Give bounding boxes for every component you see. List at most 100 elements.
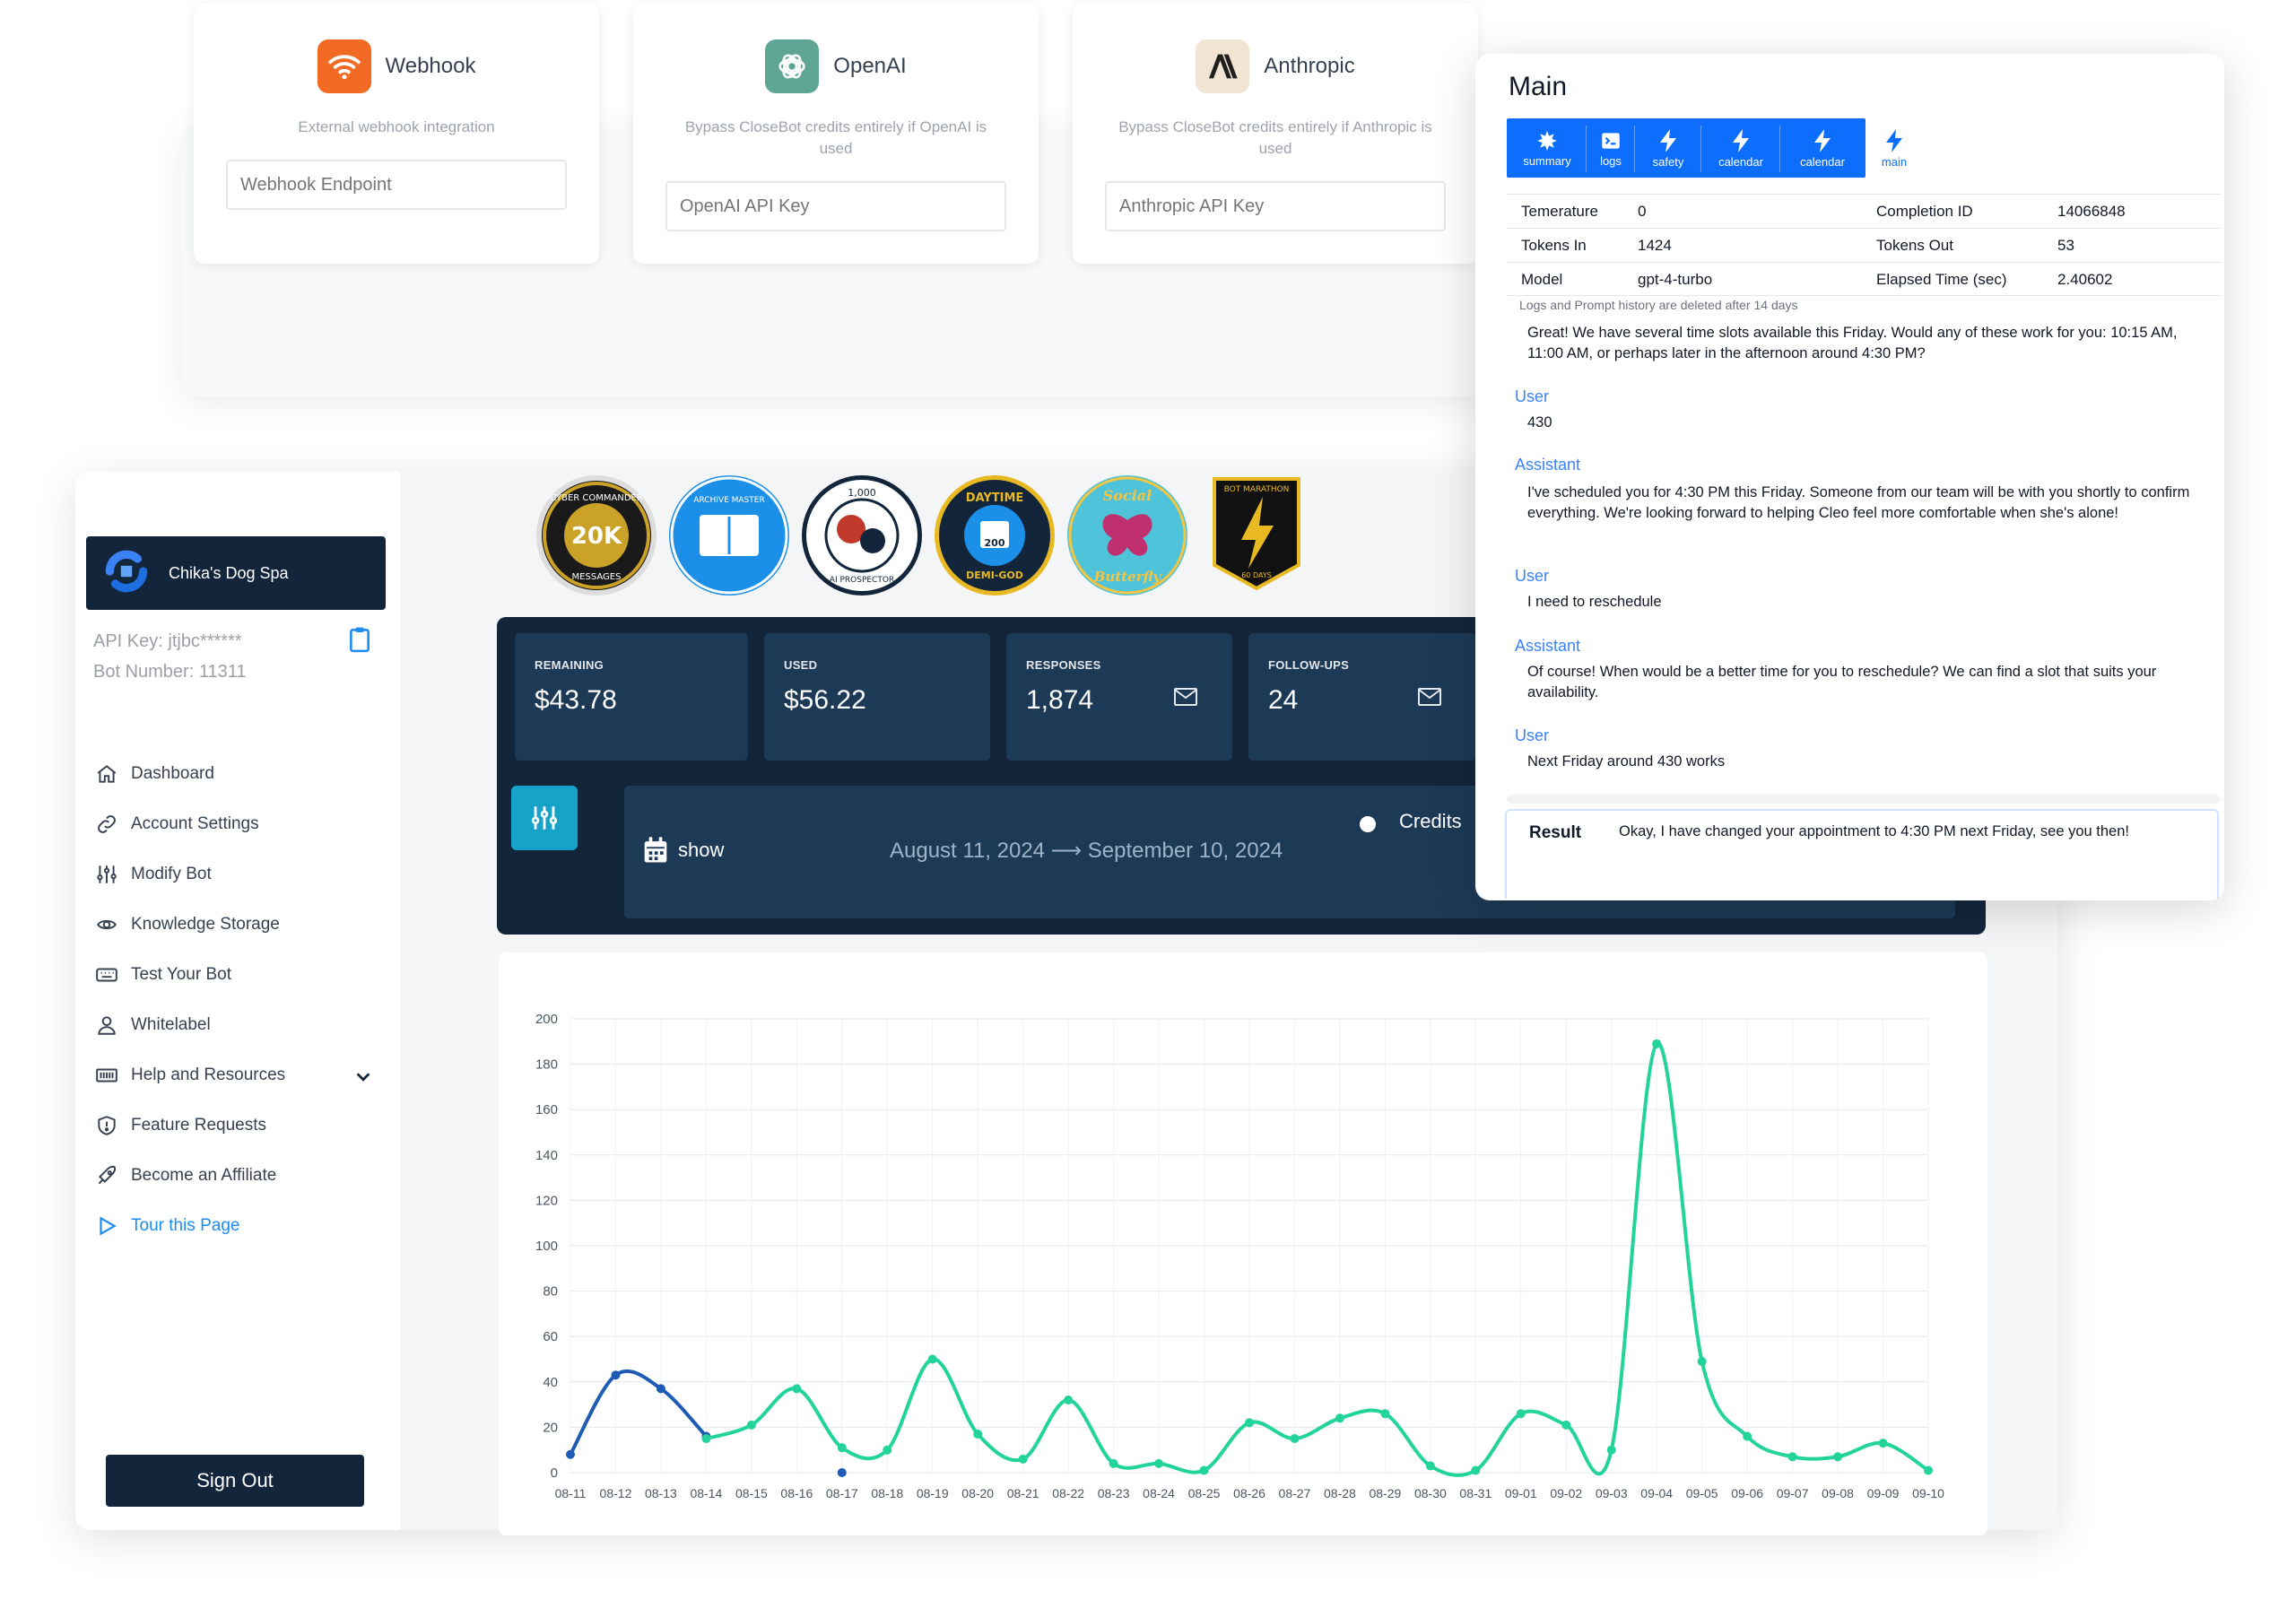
legend-marker[interactable]	[1360, 816, 1376, 832]
tab-calendar-1[interactable]: calendar	[1702, 118, 1779, 178]
bolt-icon	[1733, 128, 1749, 152]
data-point	[1516, 1409, 1526, 1419]
sidebar-item-dashboard[interactable]: Dashboard	[95, 762, 214, 786]
x-tick-label: 08-27	[1279, 1486, 1311, 1500]
data-point	[927, 1354, 937, 1364]
sidebar-item-label: Dashboard	[131, 764, 214, 783]
stat-remaining: REMAINING $43.78	[515, 633, 748, 761]
show-toggle[interactable]: show	[642, 836, 724, 865]
data-point	[792, 1384, 802, 1394]
message-text: Great! We have several time slots availa…	[1527, 325, 2178, 361]
series-line	[569, 1369, 708, 1456]
data-point	[656, 1384, 665, 1394]
business-selector[interactable]: Chika's Dog Spa	[86, 536, 386, 610]
badge-text: CYBER COMMANDER	[550, 493, 643, 503]
date-range-picker[interactable]: August 11, 2024 ⟶ September 10, 2024	[890, 838, 1283, 864]
kv-row: Tokens In 1424 Tokens Out 53	[1507, 228, 2221, 262]
kv-value: gpt-4-turbo	[1638, 271, 1713, 288]
filter-button[interactable]	[511, 786, 578, 850]
x-tick-label: 08-30	[1414, 1486, 1447, 1500]
badge-text: 60 DAYS	[1241, 571, 1272, 579]
integration-name: OpenAI	[833, 54, 907, 78]
book-icon	[96, 1068, 117, 1083]
kv-key: Tokens Out	[1876, 237, 1953, 254]
bot-number: Bot Number: 11311	[93, 662, 247, 682]
sidebar-item-tour-this-page[interactable]: Tour this Page	[95, 1214, 239, 1238]
sidebar-item-knowledge-storage[interactable]: Knowledge Storage	[95, 913, 280, 936]
openai-api-key-input[interactable]	[665, 181, 1006, 231]
mail-icon[interactable]	[1417, 687, 1442, 707]
link-icon	[98, 815, 116, 833]
stat-value: 24	[1268, 685, 1299, 715]
show-label: show	[678, 839, 725, 861]
stat-label: USED	[784, 658, 818, 672]
data-point	[1064, 1396, 1074, 1405]
x-tick-label: 08-22	[1052, 1486, 1084, 1500]
clipboard-icon[interactable]	[348, 626, 371, 657]
data-point	[1199, 1465, 1209, 1475]
kv-value: 1424	[1638, 237, 1672, 254]
stat-responses: RESPONSES 1,874	[1006, 633, 1232, 761]
horizontal-scrollbar[interactable]	[1507, 795, 2221, 804]
sidebar-item-whitelabel[interactable]: Whitelabel	[95, 1013, 211, 1037]
sidebar-item-account-settings[interactable]: Account Settings	[95, 813, 259, 836]
legend-label[interactable]: Credits	[1399, 810, 1462, 833]
sidebar-item-feature-requests[interactable]: Feature Requests	[95, 1114, 266, 1137]
x-tick-label: 08-18	[871, 1486, 903, 1500]
kv-key: Model	[1521, 271, 1563, 288]
y-tick-label: 60	[543, 1329, 558, 1344]
kv-row: Model gpt-4-turbo Elapsed Time (sec) 2.4…	[1507, 262, 2221, 296]
data-point	[1743, 1431, 1752, 1441]
tab-label: calendar	[1800, 154, 1845, 169]
tab-calendar-2[interactable]: calendar	[1781, 118, 1864, 178]
sidebar-item-help-and-resources[interactable]: Help and Resources	[95, 1064, 285, 1087]
data-point	[1154, 1458, 1164, 1468]
badge-text: BOT MARATHON	[1224, 485, 1290, 494]
badge-text: 20K	[571, 523, 622, 550]
badge-cyber-commander: CYBER COMMANDER 20K MESSAGES	[536, 475, 657, 596]
stat-follow-ups: FOLLOW-UPS 24	[1248, 633, 1476, 761]
x-tick-label: 08-24	[1143, 1486, 1175, 1500]
sidebar-item-label: Whitelabel	[131, 1015, 211, 1034]
x-tick-label: 08-12	[600, 1486, 632, 1500]
data-point	[1290, 1434, 1300, 1444]
kv-value: 0	[1638, 203, 1647, 220]
anthropic-logo-icon	[1196, 39, 1250, 93]
tab-label: calendar	[1718, 154, 1763, 169]
badge-text: MESSAGES	[572, 572, 622, 582]
openai-card: OpenAI Bypass CloseBot credits entirely …	[633, 4, 1039, 264]
tab-summary[interactable]: summary	[1509, 118, 1586, 178]
credits-line-chart: 0 20 40 60 80 100 120 140 160 180 200 08-11 08-12 08-…	[535, 1012, 1944, 1500]
data-point	[611, 1370, 621, 1380]
integration-name: Webhook	[385, 54, 476, 78]
result-text: Okay, I have changed your appointment to…	[1619, 823, 2129, 839]
sign-out-button[interactable]: Sign Out	[106, 1455, 364, 1507]
data-point	[883, 1445, 892, 1455]
badge-text: DEMI-GOD	[966, 570, 1023, 581]
tab-main[interactable]: main	[1867, 118, 1921, 178]
sidebar-item-modify-bot[interactable]: Modify Bot	[95, 863, 212, 886]
rocket-icon	[98, 1165, 117, 1185]
message-role: Assistant	[1515, 456, 1581, 474]
data-point	[1878, 1439, 1888, 1448]
webhook-endpoint-input[interactable]	[226, 160, 567, 210]
tab-label: safety	[1652, 154, 1684, 169]
main-log-panel	[1475, 54, 2224, 900]
x-tick-label: 08-28	[1324, 1486, 1356, 1500]
stat-label: RESPONSES	[1026, 658, 1101, 672]
sidebar-item-become-an-affiliate[interactable]: Become an Affiliate	[95, 1164, 276, 1187]
chevron-down-icon[interactable]	[353, 1067, 373, 1091]
mail-icon[interactable]	[1173, 687, 1198, 707]
tab-safety[interactable]: safety	[1636, 118, 1700, 178]
tab-logs[interactable]: logs	[1587, 118, 1634, 178]
data-point	[1245, 1418, 1254, 1428]
user-icon	[98, 1016, 116, 1035]
panel-title: Main	[1509, 72, 1568, 101]
data-point	[566, 1449, 575, 1459]
bolt-icon	[1660, 128, 1676, 152]
y-tick-label: 160	[535, 1102, 558, 1117]
sidebar-item-test-your-bot[interactable]: Test Your Bot	[95, 963, 231, 987]
stat-value: 1,874	[1026, 685, 1094, 715]
anthropic-api-key-input[interactable]	[1105, 181, 1446, 231]
tab-divider	[1586, 126, 1587, 172]
